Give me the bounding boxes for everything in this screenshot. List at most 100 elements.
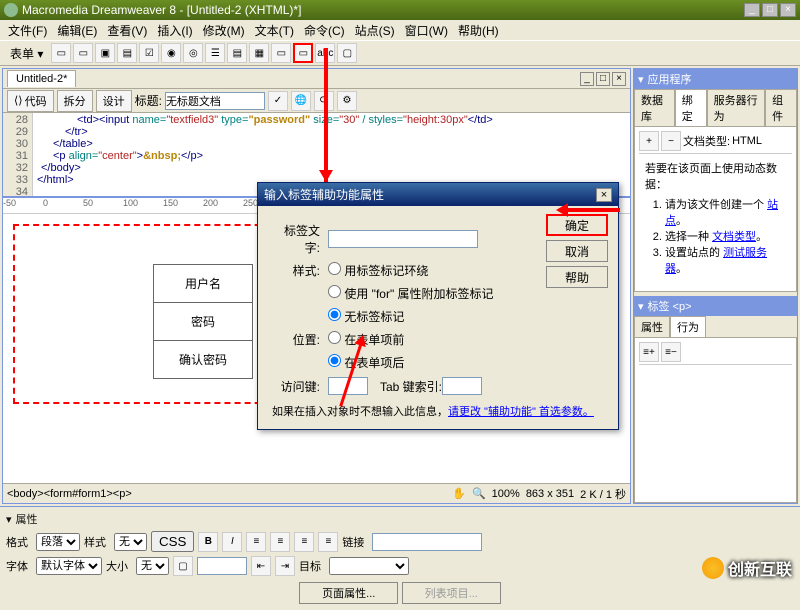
button-btn[interactable]: ▭ <box>293 43 313 63</box>
textfield-btn[interactable]: ▭ <box>73 43 93 63</box>
doc-minimize[interactable]: _ <box>580 72 594 86</box>
file-field-btn[interactable]: ▭ <box>271 43 291 63</box>
maximize-button[interactable]: □ <box>762 3 778 17</box>
design-view-btn[interactable]: 设计 <box>96 90 132 112</box>
cell-username[interactable]: 用户名 <box>154 265 253 303</box>
bold-btn[interactable]: B <box>198 532 218 552</box>
fieldset-btn[interactable]: ▢ <box>337 43 357 63</box>
form-btn[interactable]: ▭ <box>51 43 71 63</box>
remove-binding-btn[interactable]: − <box>661 131 681 151</box>
doc-restore[interactable]: □ <box>596 72 610 86</box>
menu-edit[interactable]: 编辑(E) <box>53 20 101 41</box>
tabindex-input[interactable] <box>442 377 482 395</box>
form-table[interactable]: 用户名 密码 确认密码 <box>153 264 253 379</box>
align-justify-btn[interactable]: ≡ <box>318 532 338 552</box>
indent-btn[interactable]: ⇥ <box>275 556 295 576</box>
cell-confirm[interactable]: 确认密码 <box>154 341 253 379</box>
cell-password[interactable]: 密码 <box>154 303 253 341</box>
font-select[interactable]: 默认字体 <box>36 557 102 575</box>
link-label: 链接 <box>342 534 368 550</box>
link-input[interactable] <box>372 533 482 551</box>
align-right-btn[interactable]: ≡ <box>294 532 314 552</box>
accesskey-label: 访问键: <box>270 378 320 395</box>
target-select[interactable] <box>329 557 409 575</box>
align-left-btn[interactable]: ≡ <box>246 532 266 552</box>
size-label: 大小 <box>106 558 132 574</box>
doc-close[interactable]: × <box>612 72 626 86</box>
menu-file[interactable]: 文件(F) <box>4 20 51 41</box>
panel-tag-header[interactable]: 标签 <p> <box>634 296 797 316</box>
label-text-label: 标签文字: <box>270 222 320 256</box>
tag-selector[interactable]: <body><form#form1><p> <box>7 488 132 500</box>
style-none-radio[interactable]: 无标签标记 <box>328 308 494 325</box>
prefs-link[interactable]: 请更改 "辅助功能" 首选参数。 <box>448 406 594 418</box>
tab-behaviors[interactable]: 行为 <box>670 316 706 337</box>
hint2-link[interactable]: 文档类型 <box>712 231 756 243</box>
doc-tab-untitled[interactable]: Untitled-2* <box>7 70 76 87</box>
tab-serverbehaviors[interactable]: 服务器行为 <box>707 89 766 126</box>
code-view-btn[interactable]: ⟨⟩代码 <box>7 90 54 112</box>
size-select[interactable]: 无 <box>136 557 169 575</box>
panel-application-header[interactable]: 应用程序 <box>634 69 797 89</box>
tab-database[interactable]: 数据库 <box>634 89 675 126</box>
outdent-btn[interactable]: ⇤ <box>251 556 271 576</box>
close-button[interactable]: × <box>780 3 796 17</box>
app-icon <box>4 3 18 17</box>
css-button[interactable]: CSS <box>151 531 194 552</box>
menu-insert[interactable]: 插入(I) <box>153 20 196 41</box>
props-header[interactable]: 属性 <box>16 511 38 527</box>
style-select[interactable]: 无 <box>114 533 147 551</box>
validate-btn[interactable]: ✓ <box>268 91 288 111</box>
label-text-input[interactable] <box>328 230 478 248</box>
menu-help[interactable]: 帮助(H) <box>454 20 503 41</box>
radio-btn[interactable]: ◉ <box>161 43 181 63</box>
hidden-btn[interactable]: ▣ <box>95 43 115 63</box>
menu-commands[interactable]: 命令(C) <box>300 20 349 41</box>
italic-btn[interactable]: I <box>222 532 242 552</box>
menu-view[interactable]: 查看(V) <box>103 20 151 41</box>
color-btn[interactable]: ▢ <box>173 556 193 576</box>
tab-attributes[interactable]: 属性 <box>634 316 670 337</box>
jump-btn[interactable]: ▤ <box>227 43 247 63</box>
format-select[interactable]: 段落 <box>36 533 80 551</box>
browser-btn[interactable]: 🌐 <box>291 91 311 111</box>
align-center-btn[interactable]: ≡ <box>270 532 290 552</box>
radiogroup-btn[interactable]: ◎ <box>183 43 203 63</box>
zoom-icon[interactable]: 🔍 <box>472 487 486 500</box>
cancel-button[interactable]: 取消 <box>546 240 608 262</box>
menu-window[interactable]: 窗口(W) <box>401 20 452 41</box>
dialog-close-btn[interactable]: × <box>596 188 612 202</box>
behaviors-remove[interactable]: ≡− <box>661 342 681 362</box>
hand-icon[interactable]: ✋ <box>452 487 466 500</box>
menu-site[interactable]: 站点(S) <box>351 20 399 41</box>
style-for-radio[interactable]: 使用 "for" 属性附加标签标记 <box>328 285 494 302</box>
statusbar: <body><form#form1><p> ✋ 🔍 100% 863 x 351… <box>3 483 630 503</box>
menu-text[interactable]: 文本(T) <box>251 20 298 41</box>
checkbox-btn[interactable]: ☑ <box>139 43 159 63</box>
insert-category-dropdown[interactable]: 表单 ▾ <box>4 43 49 64</box>
opts-btn[interactable]: ⚙ <box>337 91 357 111</box>
page-properties-btn[interactable]: 页面属性... <box>299 582 398 604</box>
menu-modify[interactable]: 修改(M) <box>199 20 249 41</box>
tab-bindings[interactable]: 绑定 <box>675 89 707 126</box>
behaviors-add[interactable]: ≡+ <box>639 342 659 362</box>
title-input[interactable] <box>165 92 265 110</box>
add-binding-btn[interactable]: + <box>639 131 659 151</box>
hint-intro: 若要在该页面上使用动态数据： <box>645 160 786 192</box>
style-wrap-radio[interactable]: 用标签标记环绕 <box>328 262 494 279</box>
side-panel: 应用程序 数据库 绑定 服务器行为 组件 + − 文档类型: HTML 若要在该… <box>633 68 798 504</box>
list-items-btn[interactable]: 列表项目... <box>402 582 501 604</box>
minimize-button[interactable]: _ <box>744 3 760 17</box>
image-field-btn[interactable]: ▦ <box>249 43 269 63</box>
split-view-btn[interactable]: 拆分 <box>57 90 93 112</box>
help-button[interactable]: 帮助 <box>546 266 608 288</box>
doctype-value: HTML <box>732 135 762 147</box>
zoom-value[interactable]: 100% <box>492 488 520 500</box>
list-btn[interactable]: ☰ <box>205 43 225 63</box>
window-size[interactable]: 863 x 351 <box>526 488 574 500</box>
color-input[interactable] <box>197 557 247 575</box>
textarea-btn[interactable]: ▤ <box>117 43 137 63</box>
ok-button[interactable]: 确定 <box>546 214 608 236</box>
position-after-radio[interactable]: 在表单项后 <box>328 356 404 370</box>
tab-components[interactable]: 组件 <box>765 89 797 126</box>
